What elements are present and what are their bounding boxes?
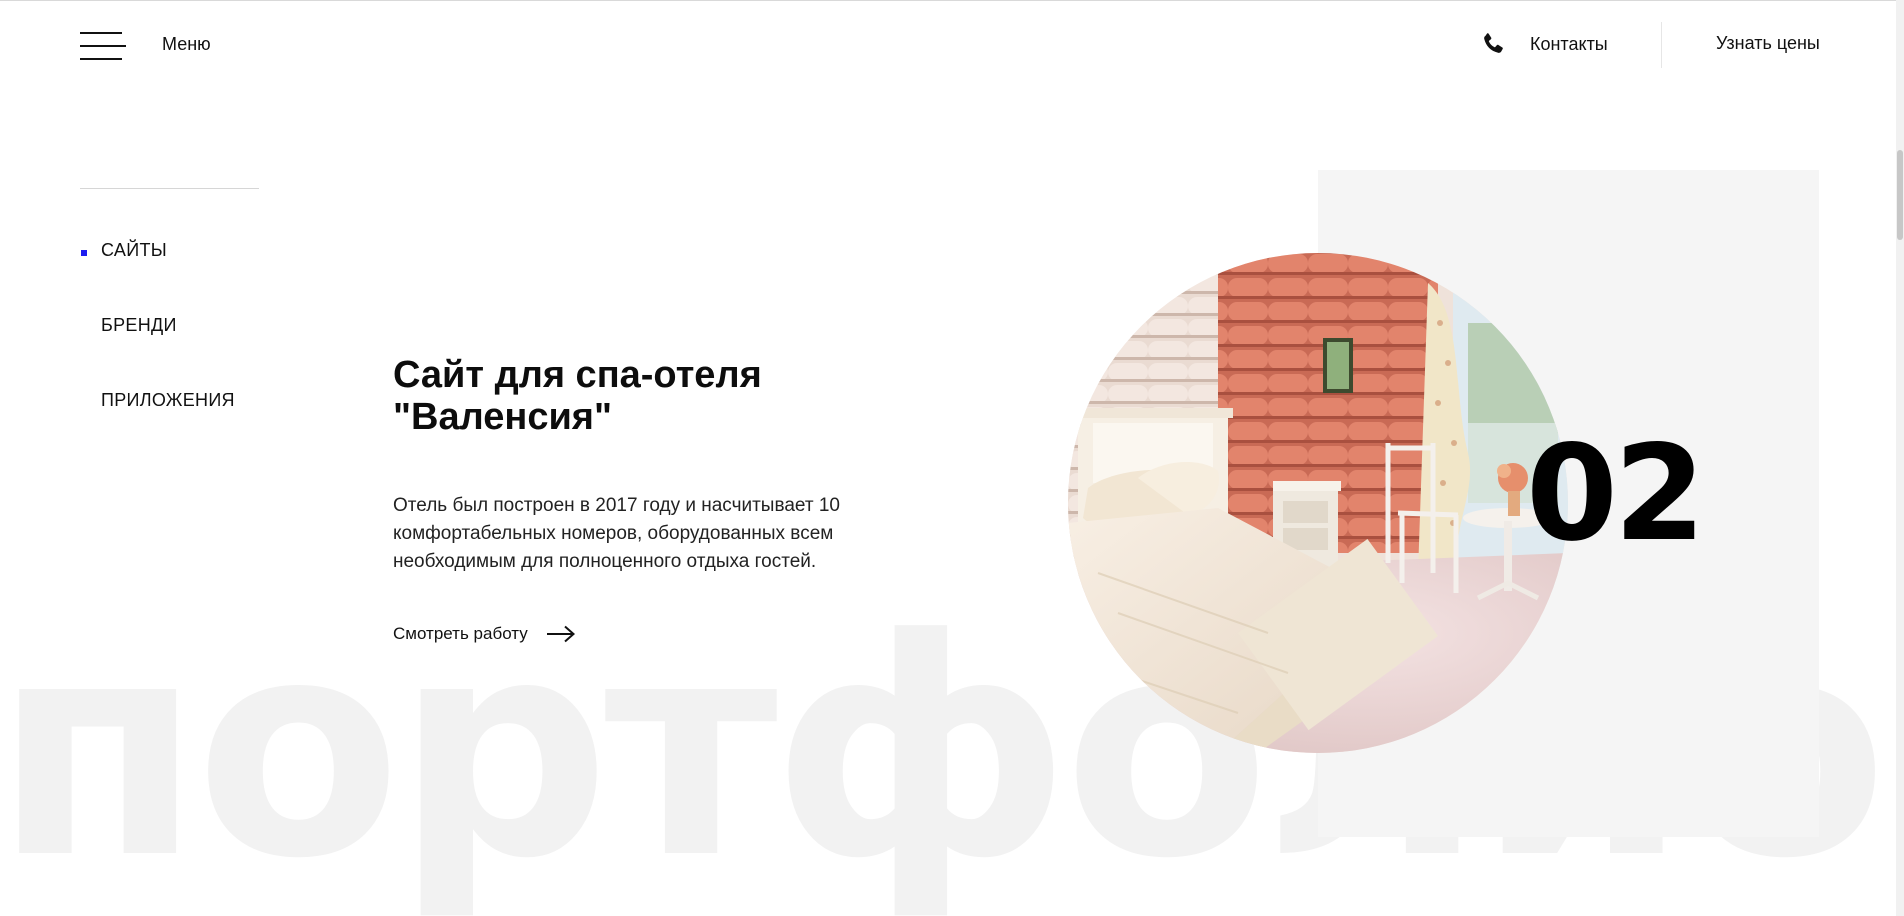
header-divider — [1661, 22, 1662, 68]
category-apps[interactable]: ПРИЛОЖЕНИЯ — [101, 390, 235, 411]
prices-button[interactable]: Узнать цены — [1716, 33, 1820, 54]
active-category-marker — [81, 250, 87, 256]
project-number: 02 — [1526, 417, 1706, 571]
top-border — [0, 0, 1904, 1]
hotel-room-image — [1068, 253, 1568, 753]
hamburger-line — [80, 45, 126, 47]
menu-button[interactable]: Меню — [162, 34, 211, 55]
arrow-right-icon — [546, 625, 575, 643]
project-title: Сайт для спа-отеля "Валенсия" — [393, 354, 762, 438]
contacts-link[interactable]: Контакты — [1480, 30, 1608, 58]
hamburger-line — [80, 32, 122, 34]
view-work-label: Смотреть работу — [393, 624, 528, 643]
category-divider — [80, 188, 259, 189]
phone-icon — [1484, 33, 1503, 53]
contacts-label: Контакты — [1530, 33, 1608, 54]
page: портфолио Меню Контакты Узнать цены САЙТ… — [0, 0, 1904, 916]
category-sites[interactable]: САЙТЫ — [101, 240, 167, 261]
view-work-link[interactable]: Смотреть работу — [393, 624, 576, 644]
hamburger-icon[interactable] — [80, 30, 126, 60]
page-scrollbar[interactable] — [1896, 0, 1904, 916]
hamburger-line — [80, 58, 122, 60]
project-description: Отель был построен в 2017 году и насчиты… — [393, 495, 840, 572]
scrollbar-thumb[interactable] — [1897, 150, 1903, 240]
project-photo[interactable] — [1068, 253, 1568, 753]
category-brands[interactable]: БРЕНДИ — [101, 315, 177, 336]
